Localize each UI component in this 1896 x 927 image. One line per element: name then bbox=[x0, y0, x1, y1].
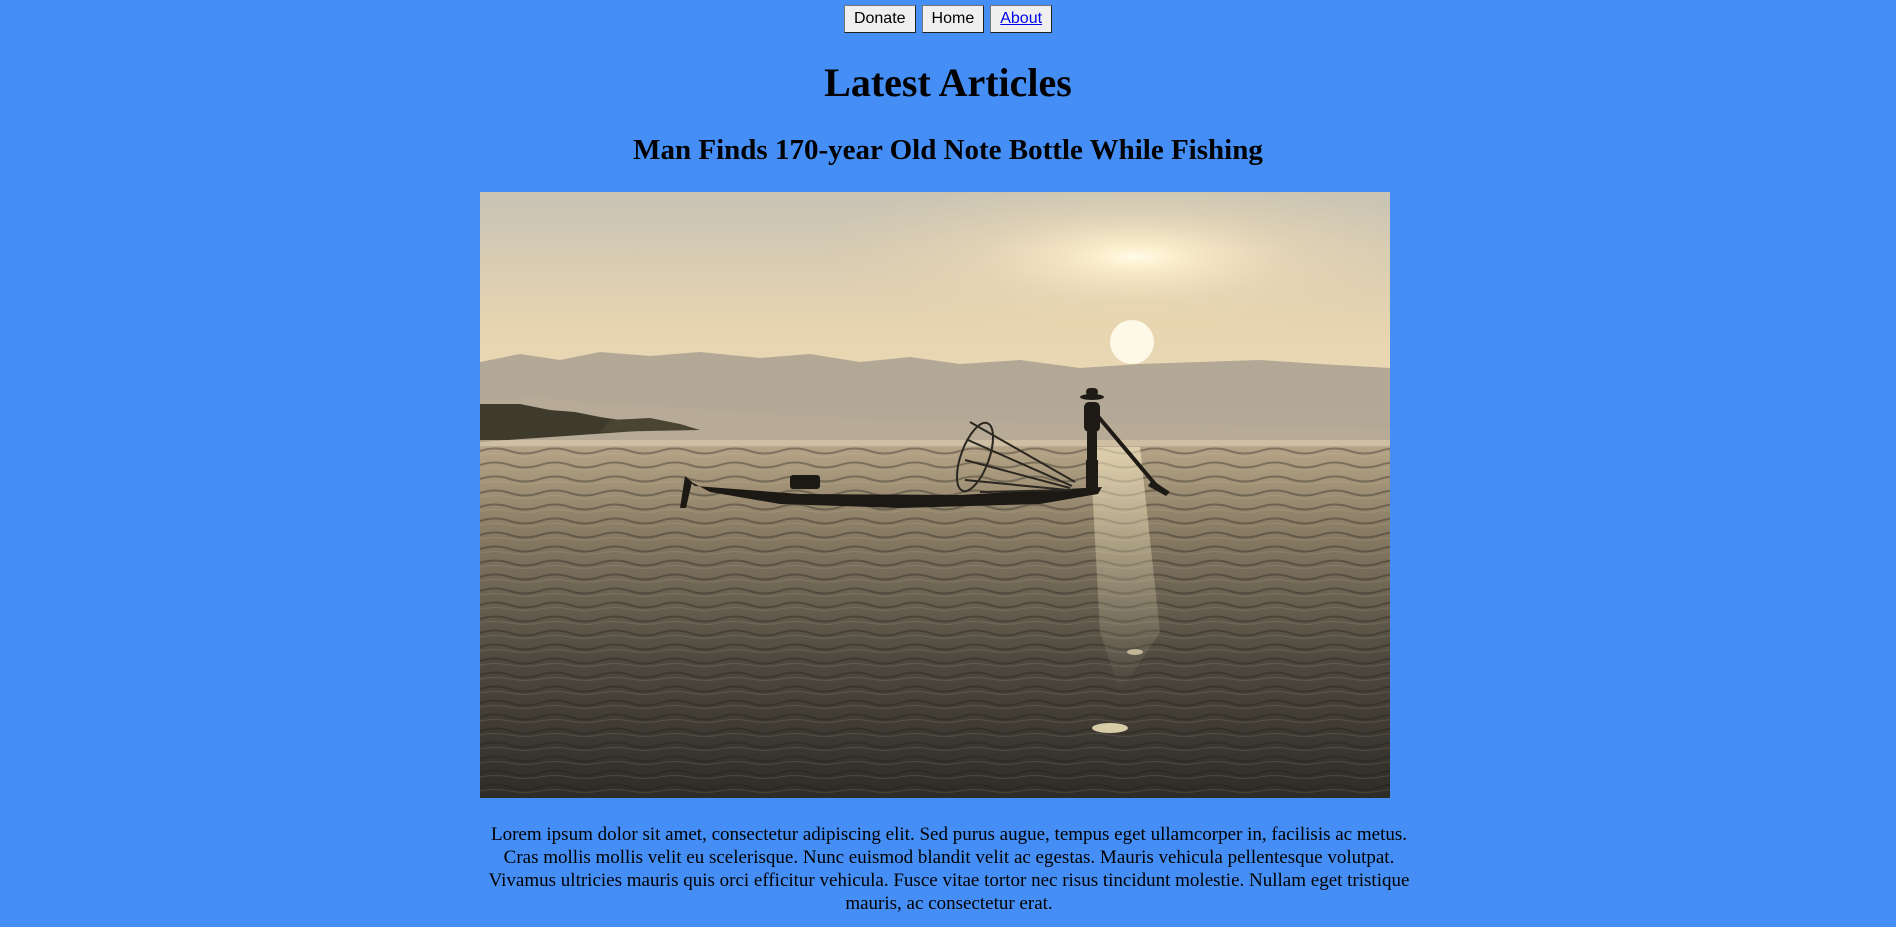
article-image bbox=[480, 192, 1390, 798]
home-button-label: Home bbox=[931, 10, 975, 27]
home-button[interactable]: Home bbox=[921, 5, 985, 33]
article-body: Lorem ipsum dolor sit amet, consectetur … bbox=[488, 824, 1410, 914]
article-title: Man Finds 170-year Old Note Bottle While… bbox=[633, 134, 1263, 166]
about-button[interactable]: About bbox=[990, 5, 1053, 33]
about-link[interactable]: About bbox=[1000, 10, 1042, 27]
donate-button[interactable]: Donate bbox=[843, 5, 916, 33]
donate-button-label: Donate bbox=[853, 10, 906, 27]
top-nav: Donate Home About bbox=[0, 5, 1896, 33]
page-title: Latest Articles bbox=[824, 60, 1072, 105]
